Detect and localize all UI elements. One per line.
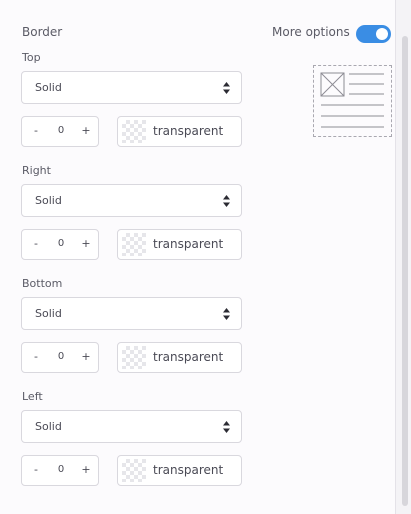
scrollbar-thumb[interactable] <box>402 36 408 506</box>
more-options-toggle[interactable] <box>356 25 391 43</box>
select-value: Solid <box>35 194 62 207</box>
color-value: transparent <box>153 237 224 251</box>
border-color-field-right[interactable]: transparent <box>117 229 242 260</box>
border-style-select-top[interactable]: Solid <box>21 71 242 104</box>
transparent-swatch-icon <box>122 459 146 482</box>
border-color-field-left[interactable]: transparent <box>117 455 242 486</box>
width-value[interactable]: 0 <box>50 349 72 365</box>
section-label-bottom: Bottom <box>22 277 63 290</box>
transparent-swatch-icon <box>122 346 146 369</box>
width-value[interactable]: 0 <box>50 462 72 478</box>
sort-arrows-icon <box>223 421 230 433</box>
border-width-stepper-top[interactable]: - 0 + <box>21 116 99 147</box>
increment-button[interactable]: + <box>78 349 94 365</box>
panel-title: Border <box>22 25 63 39</box>
select-value: Solid <box>35 420 62 433</box>
color-value: transparent <box>153 350 224 364</box>
border-style-select-right[interactable]: Solid <box>21 184 242 217</box>
color-value: transparent <box>153 463 224 477</box>
increment-button[interactable]: + <box>78 123 94 139</box>
width-value[interactable]: 0 <box>50 123 72 139</box>
select-value: Solid <box>35 81 62 94</box>
border-color-field-bottom[interactable]: transparent <box>117 342 242 373</box>
color-value: transparent <box>153 124 224 138</box>
sort-arrows-icon <box>223 308 230 320</box>
decrement-button[interactable]: - <box>28 123 44 139</box>
increment-button[interactable]: + <box>78 236 94 252</box>
border-style-select-bottom[interactable]: Solid <box>21 297 242 330</box>
more-options-label: More options <box>272 25 350 39</box>
toggle-knob <box>376 28 388 40</box>
select-value: Solid <box>35 307 62 320</box>
decrement-button[interactable]: - <box>28 349 44 365</box>
border-settings-panel: Border More options Top Solid - 0 + tran… <box>0 0 396 514</box>
image-placeholder-icon <box>320 72 384 128</box>
sort-arrows-icon <box>223 82 230 94</box>
transparent-swatch-icon <box>122 120 146 143</box>
border-width-stepper-right[interactable]: - 0 + <box>21 229 99 260</box>
border-width-stepper-bottom[interactable]: - 0 + <box>21 342 99 373</box>
border-preview-icon <box>313 65 392 137</box>
section-label-right: Right <box>22 164 51 177</box>
section-label-top: Top <box>22 51 41 64</box>
border-style-select-left[interactable]: Solid <box>21 410 242 443</box>
decrement-button[interactable]: - <box>28 462 44 478</box>
border-color-field-top[interactable]: transparent <box>117 116 242 147</box>
border-width-stepper-left[interactable]: - 0 + <box>21 455 99 486</box>
section-label-left: Left <box>22 390 43 403</box>
decrement-button[interactable]: - <box>28 236 44 252</box>
transparent-swatch-icon <box>122 233 146 256</box>
increment-button[interactable]: + <box>78 462 94 478</box>
sort-arrows-icon <box>223 195 230 207</box>
width-value[interactable]: 0 <box>50 236 72 252</box>
